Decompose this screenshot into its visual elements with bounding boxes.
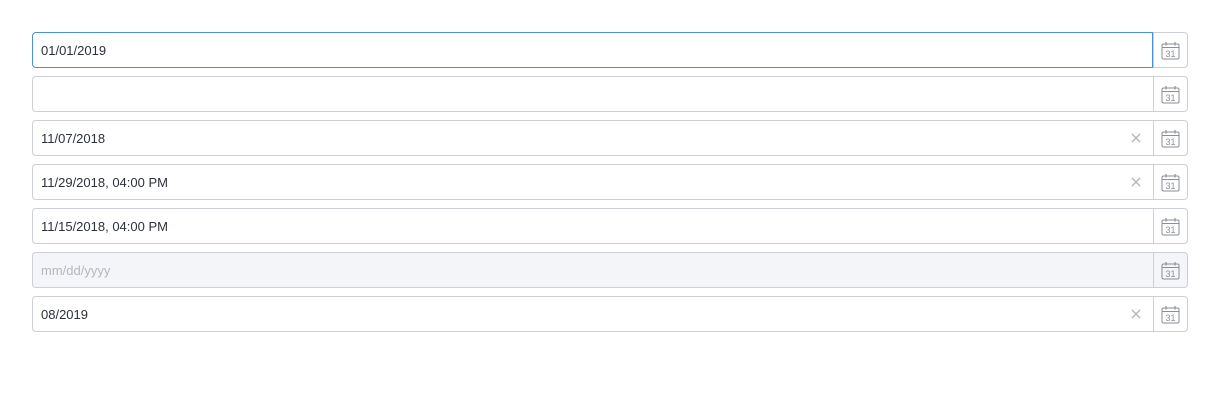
calendar-button[interactable]: 31 (1153, 296, 1188, 332)
date-field-3: 31 (32, 120, 1188, 156)
calendar-button[interactable]: 31 (1153, 208, 1188, 244)
calendar-icon: 31 (1161, 261, 1180, 280)
calendar-icon: 31 (1161, 173, 1180, 192)
datetime-input[interactable] (33, 209, 1153, 243)
calendar-icon: 31 (1161, 305, 1180, 324)
date-input[interactable] (33, 33, 1152, 67)
calendar-day-text: 31 (1165, 181, 1175, 191)
date-field-stack: 31 31 31 31 31 (32, 32, 1188, 340)
date-input[interactable] (33, 121, 1153, 155)
calendar-icon: 31 (1161, 217, 1180, 236)
calendar-icon: 31 (1161, 85, 1180, 104)
clear-icon[interactable] (1131, 133, 1141, 143)
calendar-icon: 31 (1161, 129, 1180, 148)
datetime-input[interactable] (33, 165, 1153, 199)
month-input[interactable] (33, 297, 1153, 331)
calendar-button: 31 (1153, 252, 1188, 288)
date-field-5: 31 (32, 208, 1188, 244)
date-input[interactable] (33, 77, 1153, 111)
calendar-button[interactable]: 31 (1153, 120, 1188, 156)
calendar-button[interactable]: 31 (1153, 164, 1188, 200)
calendar-day-text: 31 (1165, 225, 1175, 235)
date-field-4: 31 (32, 164, 1188, 200)
calendar-button[interactable]: 31 (1153, 76, 1188, 112)
calendar-day-text: 31 (1165, 49, 1175, 59)
clear-icon[interactable] (1131, 177, 1141, 187)
calendar-day-text: 31 (1165, 269, 1175, 279)
calendar-day-text: 31 (1165, 137, 1175, 147)
date-input-box (32, 32, 1153, 68)
date-input-box (32, 252, 1153, 288)
calendar-icon: 31 (1161, 41, 1180, 60)
date-field-1: 31 (32, 32, 1188, 68)
date-input-box (32, 76, 1153, 112)
datetime-input-box (32, 208, 1153, 244)
date-field-7: 31 (32, 296, 1188, 332)
calendar-day-text: 31 (1165, 313, 1175, 323)
calendar-button[interactable]: 31 (1153, 32, 1188, 68)
date-input-disabled (33, 253, 1153, 287)
calendar-day-text: 31 (1165, 93, 1175, 103)
date-input-box (32, 120, 1153, 156)
datetime-input-box (32, 164, 1153, 200)
month-input-box (32, 296, 1153, 332)
clear-icon[interactable] (1131, 309, 1141, 319)
date-field-2: 31 (32, 76, 1188, 112)
date-field-6: 31 (32, 252, 1188, 288)
